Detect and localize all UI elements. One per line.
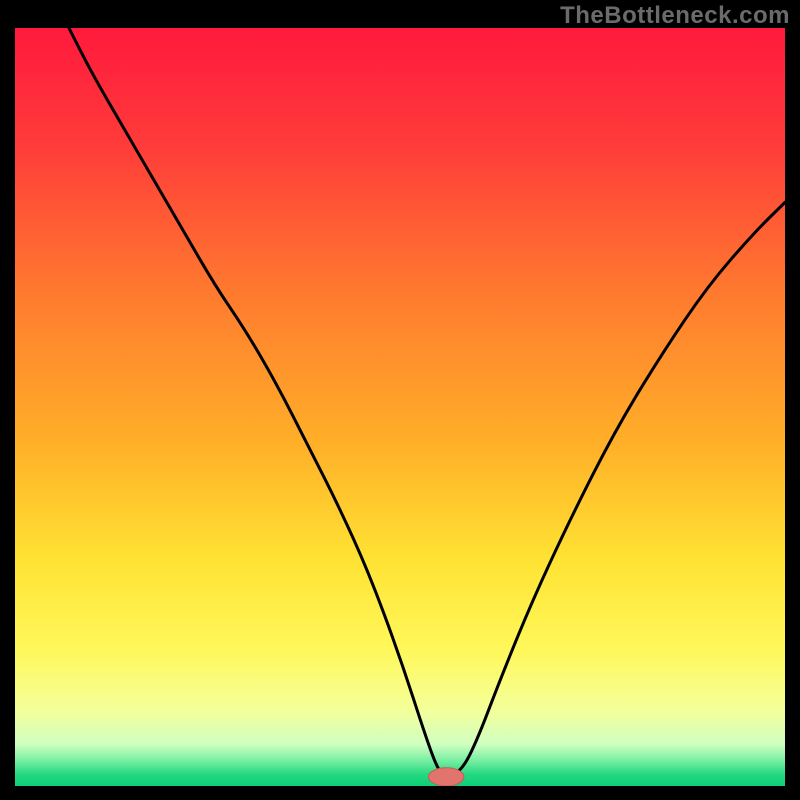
- bottleneck-chart: [15, 28, 785, 786]
- chart-frame: TheBottleneck.com: [0, 0, 800, 800]
- watermark-text: TheBottleneck.com: [560, 2, 790, 30]
- optimal-marker: [428, 768, 463, 786]
- plot-area: [15, 28, 785, 786]
